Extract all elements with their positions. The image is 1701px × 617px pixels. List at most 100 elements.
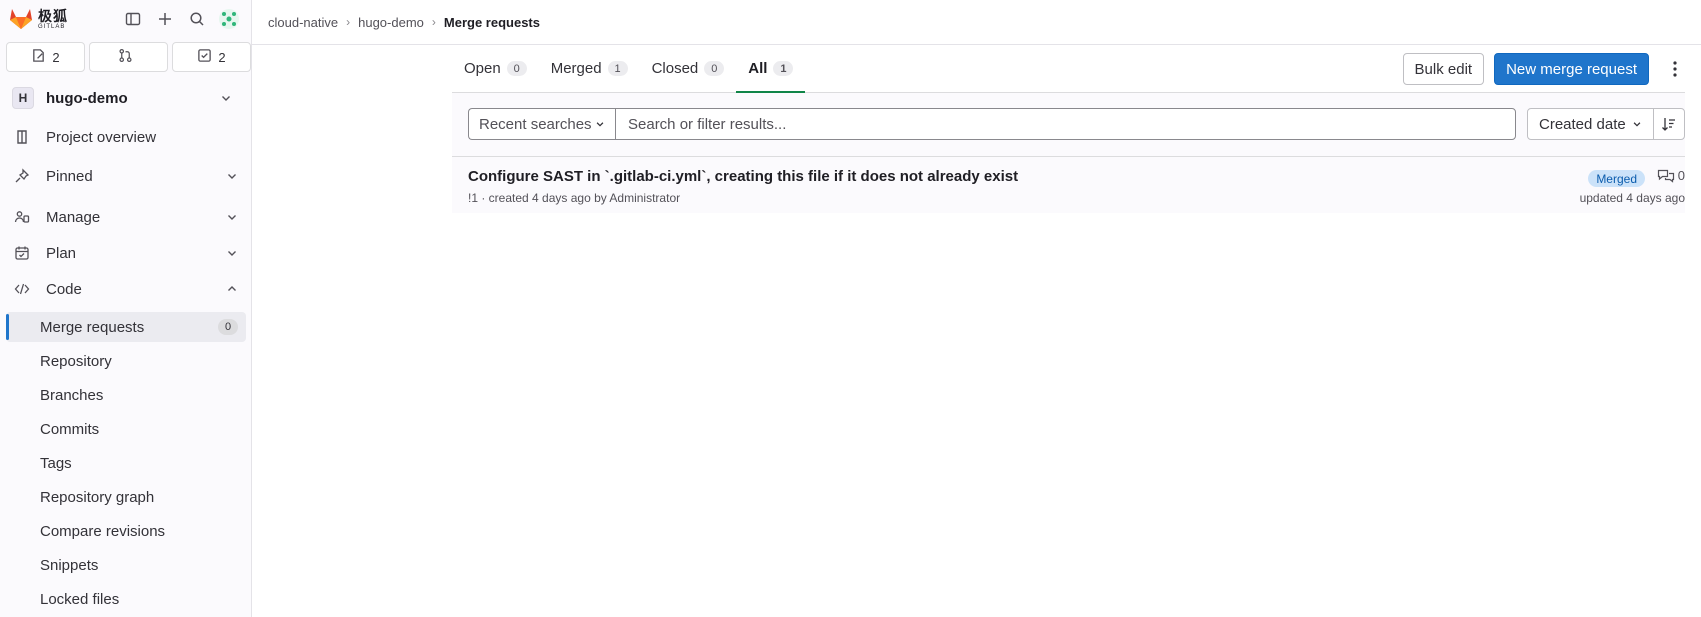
chevron-down-icon [226,170,238,182]
users-icon [12,207,32,227]
tab-closed[interactable]: Closed 0 [640,45,737,92]
project-icon [12,127,32,147]
sidebar: 极狐 GITLAB 2 2 H hugo-demo Project overvi… [0,0,252,617]
sort-direction-icon[interactable] [1653,108,1685,140]
nav-commits[interactable]: Commits [6,414,246,444]
breadcrumb-project[interactable]: hugo-demo [358,15,424,30]
state-tabs: Open 0 Merged 1 Closed 0 All 1 Bulk edit… [452,45,1685,93]
sort-label: Created date [1539,115,1626,133]
nav-branches[interactable]: Branches [6,380,246,410]
tab-merged[interactable]: Merged 1 [539,45,640,92]
sidebar-top: 极狐 GITLAB [0,0,251,38]
chevron-right-icon: › [346,15,351,29]
nav-repository[interactable]: Repository [6,346,246,376]
project-switcher[interactable]: H hugo-demo [6,82,246,114]
nav-repository-graph[interactable]: Repository graph [6,482,246,512]
nav-label: Tags [40,454,72,472]
chevron-down-icon [1632,119,1642,129]
comments-count: 0 [1677,168,1685,183]
nav-project-overview[interactable]: Project overview [6,122,246,152]
sidebar-toggle-icon[interactable] [121,7,145,31]
brand-name: 极狐 [38,7,68,24]
tab-all[interactable]: All 1 [736,45,806,93]
todos-count: 2 [218,49,226,65]
merge-request-meta: !1 · created 4 days ago by Administrator [468,191,681,205]
nav-label: Plan [46,244,77,262]
breadcrumb: cloud-native › hugo-demo › Merge request… [252,0,1701,45]
chevron-down-icon [220,92,232,104]
tab-count: 1 [773,61,794,76]
merge-request-updated: updated 4 days ago [1579,191,1685,205]
comments-icon [1657,169,1675,183]
merge-request-title[interactable]: Configure SAST in `.gitlab-ci.yml`, crea… [468,168,1018,185]
merge-request-icon [118,48,133,66]
sort-dropdown[interactable]: Created date [1527,108,1654,140]
calendar-icon [12,243,32,263]
nav-snippets[interactable]: Snippets [6,550,246,580]
brand-logo[interactable]: 极狐 GITLAB [8,6,68,33]
nav-merge-requests[interactable]: Merge requests 0 [6,312,246,342]
issues-count: 2 [52,49,60,65]
nav-label: Commits [40,420,100,438]
todos-count-button[interactable]: 2 [172,42,251,72]
comments-link[interactable]: 0 [1657,168,1685,183]
tab-label: Closed [651,60,699,77]
recent-searches-dropdown[interactable]: Recent searches [468,108,615,140]
nav-label: Repository [40,352,112,370]
chevron-down-icon [226,211,238,223]
plus-icon[interactable] [153,7,177,31]
chevron-up-icon [226,283,238,295]
tab-label: Open [464,60,501,77]
nav-label: Locked files [40,590,120,608]
merge-requests-badge: 0 [218,319,238,335]
nav-label: Repository graph [40,488,155,506]
more-actions-icon[interactable] [1665,53,1685,85]
user-avatar[interactable] [217,7,241,31]
merge-request-item[interactable]: Configure SAST in `.gitlab-ci.yml`, crea… [452,157,1685,213]
search-icon[interactable] [185,7,209,31]
nav-label: Manage [46,208,101,226]
project-name: hugo-demo [46,89,128,107]
nav-code[interactable]: Code [6,274,246,304]
chevron-down-icon [595,119,605,129]
code-icon [12,279,32,299]
breadcrumb-group[interactable]: cloud-native [268,15,338,30]
nav-manage[interactable]: Manage [6,202,246,232]
recent-searches-label: Recent searches [479,115,592,133]
nav-label: Pinned [46,167,93,185]
bulk-edit-button[interactable]: Bulk edit [1402,53,1485,85]
todo-icon [197,48,212,66]
nav-plan[interactable]: Plan [6,238,246,268]
nav-pinned[interactable]: Pinned [6,161,246,191]
main-content: Open 0 Merged 1 Closed 0 All 1 Bulk edit… [452,45,1685,213]
issues-count-button[interactable]: 2 [6,42,85,72]
nav-compare-revisions[interactable]: Compare revisions [6,516,246,546]
nav-label: Snippets [40,556,99,574]
nav-label: Code [46,280,82,298]
new-merge-request-button[interactable]: New merge request [1494,53,1649,85]
nav-label: Project overview [46,128,157,146]
tab-count: 1 [607,61,628,76]
filter-bar: Recent searches Search or filter results… [452,93,1685,157]
project-avatar: H [12,87,34,109]
tab-count: 0 [704,61,725,76]
thumbtack-icon [12,166,32,186]
tab-count: 0 [506,61,527,76]
nav-label: Compare revisions [40,522,166,540]
chevron-right-icon: › [431,15,436,29]
brand-subname: GITLAB [38,23,66,30]
nav-tags[interactable]: Tags [6,448,246,478]
nav-locked-files[interactable]: Locked files [6,584,246,614]
tab-open[interactable]: Open 0 [452,45,539,92]
breadcrumb-current[interactable]: Merge requests [444,15,540,30]
chevron-down-icon [226,247,238,259]
tanuki-icon [8,6,34,33]
issues-icon [31,48,46,66]
tab-label: All [748,60,768,77]
merge-requests-count-button[interactable] [89,42,168,72]
nav-label: Merge requests [40,318,145,336]
tab-label: Merged [550,60,602,77]
nav-label: Branches [40,386,104,404]
search-input[interactable]: Search or filter results... [615,108,1516,140]
status-badge: Merged [1588,170,1645,187]
